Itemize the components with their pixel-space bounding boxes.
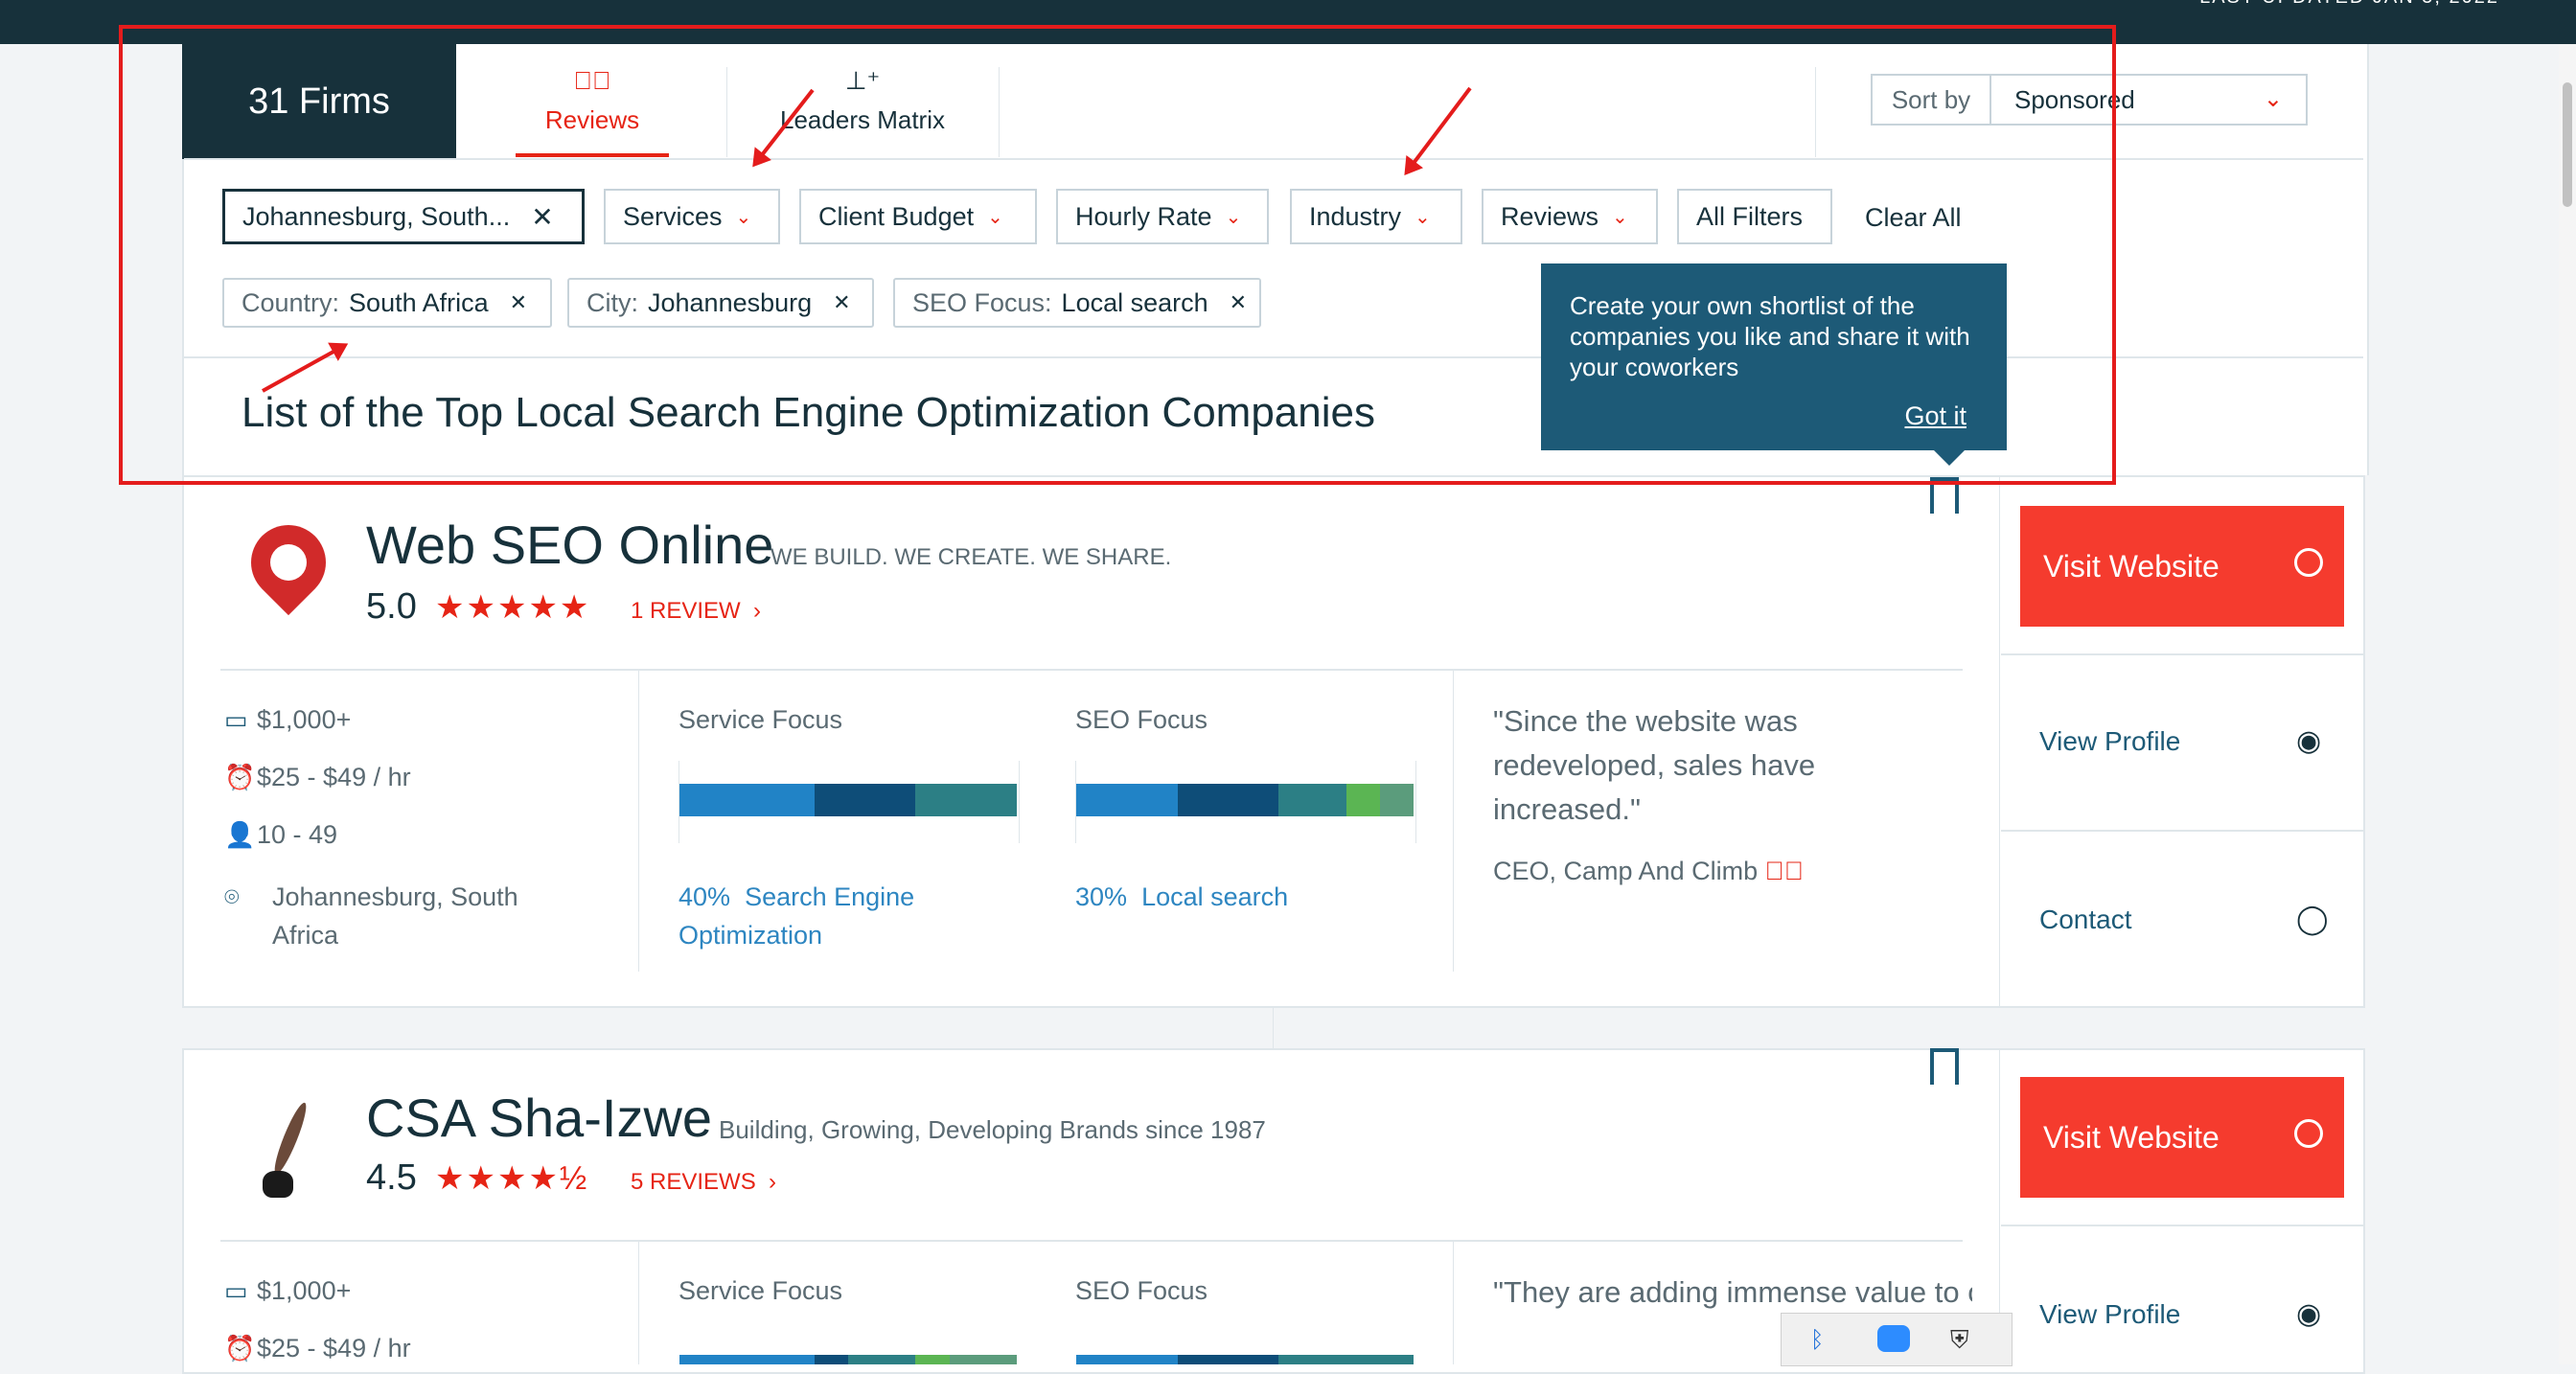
bar-segment — [814, 1355, 848, 1364]
price-tag-icon: ▭ — [224, 705, 248, 734]
location-icon: ⌾ — [224, 882, 240, 911]
bar-segment — [1278, 1355, 1414, 1364]
security-shield-icon[interactable]: ⛨ — [1950, 1325, 1969, 1356]
bar-segment — [679, 1355, 815, 1364]
column-divider — [638, 671, 639, 972]
bar-segment — [915, 1355, 950, 1364]
visit-website-label: Visit Website — [2043, 1119, 2220, 1155]
column-divider — [1453, 671, 1454, 972]
service-focus-bar[interactable] — [679, 784, 1017, 816]
price-tag-icon: ▭ — [224, 1276, 248, 1305]
visit-website-button[interactable]: Visit Website — [2020, 506, 2344, 627]
seo-focus-bar[interactable] — [1076, 1355, 1414, 1364]
rating-value: 5.0 — [366, 586, 417, 627]
company-location: ⌾ Johannesburg, South Africa — [224, 878, 550, 954]
contact-link[interactable]: Contact — [2039, 905, 2132, 935]
scrollbar[interactable] — [2559, 44, 2576, 1364]
rating-value: 4.5 — [366, 1157, 417, 1198]
zoom-icon[interactable] — [1877, 1325, 1910, 1352]
column-divider — [1453, 1242, 1454, 1364]
view-profile-link[interactable]: View Profile — [2039, 1299, 2180, 1330]
bar-segment — [915, 784, 1017, 816]
seo-focus-title: SEO Focus — [1075, 705, 1208, 734]
chat-bubble-icon: ◯ — [2296, 904, 2329, 935]
column-divider — [638, 1242, 639, 1364]
verified-icon: ✓⃝ — [1764, 857, 1805, 885]
side-divider — [2001, 830, 2363, 832]
hourly-rate: ⏰$25 - $49 / hr — [224, 1334, 411, 1363]
bar-segment — [949, 1355, 1017, 1364]
reviews-link-label: 1 REVIEW — [631, 598, 741, 624]
rating-stars: ★★★★½ — [435, 1160, 589, 1197]
side-divider — [2001, 653, 2363, 655]
bar-segment — [1278, 784, 1346, 816]
bluetooth-icon[interactable]: ᛒ — [1810, 1327, 1824, 1354]
bar-segment — [1177, 784, 1279, 816]
reviews-link[interactable]: 1 REVIEW › — [631, 598, 761, 625]
chevron-down-icon: ⌄ — [2263, 86, 2283, 112]
bar-segment — [814, 784, 916, 816]
quill-logo — [255, 1100, 316, 1200]
hourly-rate: ⏰$25 - $49 / hr — [224, 763, 411, 791]
person-icon: 👤 — [224, 820, 256, 849]
service-focus-bar[interactable] — [679, 1355, 1017, 1364]
clock-icon: ⏰ — [224, 763, 256, 791]
target-icon: ◉ — [2296, 1298, 2322, 1330]
globe-icon — [2294, 1119, 2323, 1148]
visit-website-button[interactable]: Visit Website — [2020, 1077, 2344, 1198]
scrollbar-thumb[interactable] — [2563, 82, 2572, 207]
seo-focus-bar[interactable] — [1076, 784, 1414, 816]
clock-icon: ⏰ — [224, 1334, 256, 1363]
review-author: CEO, Camp And Climb ✓⃝ — [1493, 857, 1805, 885]
globe-icon — [2294, 548, 2323, 577]
location-pin-logo — [235, 509, 342, 616]
quill-feather — [269, 1100, 311, 1177]
ink-pot — [263, 1171, 293, 1198]
gap-divider — [1273, 1008, 1274, 1048]
last-updated-text: LAST UPDATED JAN 5, 2022 — [2199, 0, 2499, 9]
card-divider — [220, 1240, 1963, 1242]
min-project-size: ▭ $1,000+ — [224, 705, 352, 734]
reviews-link[interactable]: 5 REVIEWS › — [631, 1169, 776, 1196]
target-icon: ◉ — [2296, 725, 2322, 757]
seo-focus-title: SEO Focus — [1075, 1276, 1208, 1305]
service-focus-title: Service Focus — [678, 705, 843, 734]
view-profile-link[interactable]: View Profile — [2039, 726, 2180, 757]
employees: 👤10 - 49 — [224, 820, 338, 849]
bar-segment — [1346, 784, 1380, 816]
reviews-link-label: 5 REVIEWS — [631, 1169, 756, 1195]
visit-website-label: Visit Website — [2043, 548, 2220, 584]
bar-segment — [1076, 784, 1178, 816]
bar-segment — [1076, 1355, 1178, 1364]
min-project-size: ▭ $1,000+ — [224, 1276, 352, 1305]
company-tagline: WE BUILD. WE CREATE. WE SHARE. — [770, 544, 1172, 570]
side-divider — [2001, 1225, 2363, 1226]
side-divider — [1999, 477, 2000, 1006]
company-name[interactable]: CSA Sha-Izwe — [366, 1087, 712, 1149]
service-focus-title: Service Focus — [678, 1276, 843, 1305]
service-focus-caption: 40% Search Engine Optimization — [678, 882, 915, 950]
seo-focus-caption: 30% Local search — [1075, 882, 1289, 911]
annotation-box — [119, 25, 2116, 485]
system-tray: ᛒ ⛨ — [1781, 1313, 2012, 1366]
company-tagline: Building, Growing, Developing Brands sin… — [719, 1115, 1266, 1144]
card-divider — [220, 669, 1963, 671]
company-logo — [235, 509, 342, 616]
company-name[interactable]: Web SEO Online — [366, 514, 773, 576]
bookmark-icon[interactable] — [1930, 1048, 1959, 1096]
rating-stars: ★★★★★ — [435, 589, 591, 626]
bar-segment — [847, 1355, 916, 1364]
bar-segment — [1379, 784, 1414, 816]
bar-segment — [679, 784, 815, 816]
review-quote: "Since the website was redeveloped, sale… — [1493, 704, 1816, 826]
bar-segment — [1177, 1355, 1279, 1364]
